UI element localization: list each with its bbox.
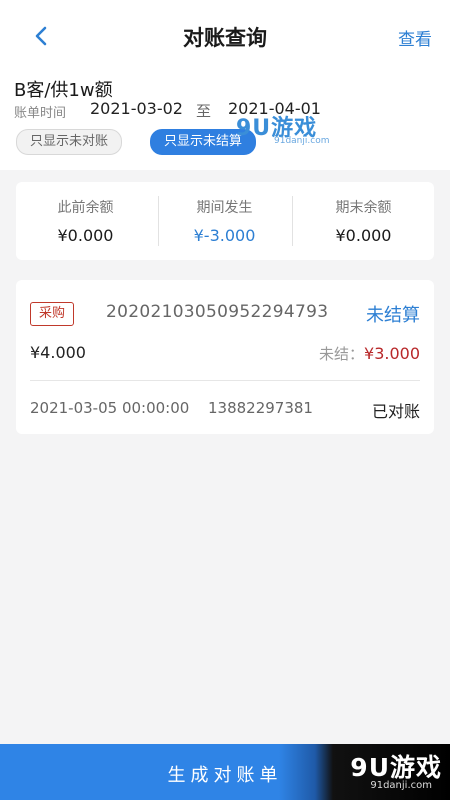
summary-value: ¥0.000 [57,226,114,245]
balance-summary: 此前余额 ¥0.000 期间发生 ¥-3.000 期末余额 ¥0.000 [16,182,434,260]
unsettled-label: 未结： [319,345,365,363]
settlement-status: 未结算 [366,305,420,326]
summary-value: ¥0.000 [335,226,392,245]
back-button[interactable] [28,22,56,50]
chevron-left-icon [35,26,47,46]
summary-divider [292,196,293,246]
date-separator: 至 [196,102,212,120]
summary-label: 期间发生 [196,200,253,216]
view-button[interactable]: 查看 [398,25,432,50]
period-label: 账单时间 [14,106,67,121]
summary-ending-balance: 期末余额 ¥0.000 [294,182,433,260]
summary-value: ¥-3.000 [193,226,256,245]
summary-label: 此前余额 [57,200,114,216]
app-header: 对账查询 查看 [0,0,450,70]
generate-statement-button[interactable]: 生成对账单 [0,744,450,800]
record-type-badge: 采购 [30,302,75,326]
start-date-field[interactable]: 2021-03-02 [90,99,183,118]
unsettled-amount: 未结：¥3.000 [319,343,420,364]
record-amount: ¥4.000 [30,343,86,362]
record-divider [30,380,420,381]
bottom-bar: 生成对账单 9U游戏 91danji.com [0,744,450,800]
reconcile-status: 已对账 [371,402,420,421]
record-time: 2021-03-05 00:00:00 [30,399,190,417]
summary-label: 期末余额 [335,200,392,216]
record-phone: 13882297381 [208,399,313,417]
generate-statement-label: 生成对账单 [167,765,283,786]
end-date-field[interactable]: 2021-04-01 [228,99,321,118]
watermark-url: 91danji.com [274,136,330,146]
order-number: 20202103050952294793 [106,302,329,322]
filter-unreconciled-chip[interactable]: 只显示未对账 [16,129,123,155]
page-title: 对账查询 [183,26,267,50]
filter-panel: B客/供1w额 账单时间 2021-03-02 至 2021-04-01 只显示… [0,70,450,170]
summary-period-change: 期间发生 ¥-3.000 [155,182,294,260]
filter-unsettled-chip[interactable]: 只显示未结算 [150,129,257,155]
record-card[interactable]: 采购 20202103050952294793 未结算 ¥4.000 未结：¥3… [16,280,434,434]
unsettled-value: ¥3.000 [364,344,420,363]
summary-previous-balance: 此前余额 ¥0.000 [16,182,155,260]
